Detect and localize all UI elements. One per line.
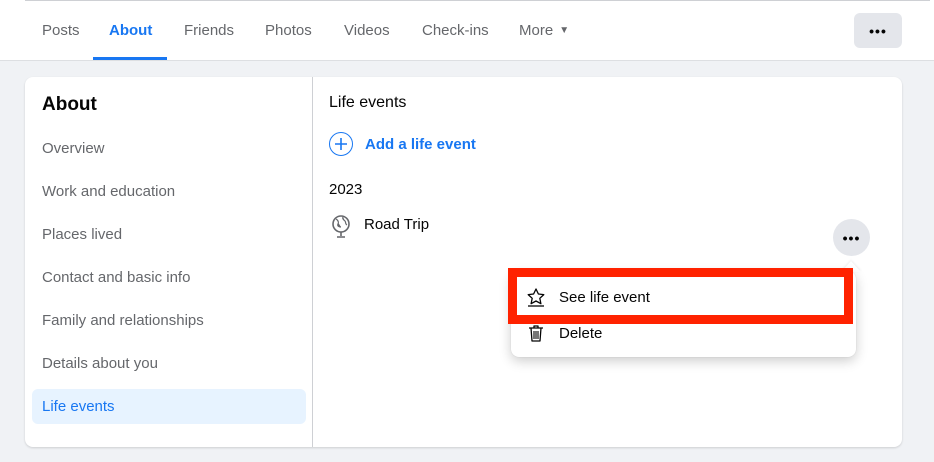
section-title: Life events — [329, 94, 407, 111]
sidebar-title: About — [42, 94, 97, 115]
life-event-item[interactable]: Road Trip — [330, 214, 429, 240]
active-tab-indicator — [93, 57, 167, 60]
profile-more-button[interactable]: ••• — [854, 13, 902, 48]
menu-item-label: Delete — [559, 324, 603, 342]
life-event-more-button[interactable]: ••• — [833, 219, 870, 256]
globe-icon — [330, 214, 352, 240]
tab-friends[interactable]: Friends — [184, 22, 234, 39]
sidebar-item-family-and-relationships[interactable]: Family and relationships — [32, 303, 306, 338]
sidebar-item-life-events[interactable]: Life events — [32, 389, 306, 424]
column-divider — [312, 77, 313, 447]
top-divider — [25, 0, 930, 1]
more-horizontal-icon: ••• — [869, 22, 887, 39]
life-event-name: Road Trip — [364, 216, 430, 233]
trash-icon — [525, 322, 547, 344]
tab-posts[interactable]: Posts — [42, 22, 80, 39]
tab-photos[interactable]: Photos — [265, 22, 312, 39]
more-horizontal-icon: ••• — [842, 229, 861, 246]
profile-tab-bar: Posts About Friends Photos Videos Check-… — [0, 0, 934, 61]
tab-check-ins[interactable]: Check-ins — [422, 22, 489, 39]
sidebar-item-details-about-you[interactable]: Details about you — [32, 346, 306, 381]
plus-circle-icon — [329, 132, 353, 156]
add-life-event-button[interactable]: Add a life event — [329, 132, 476, 156]
annotation-highlight-box — [508, 268, 853, 324]
caret-down-icon: ▼ — [559, 25, 570, 36]
sidebar-item-contact-and-basic-info[interactable]: Contact and basic info — [32, 260, 306, 295]
tab-videos[interactable]: Videos — [344, 22, 390, 39]
sidebar-item-places-lived[interactable]: Places lived — [32, 217, 306, 252]
about-card: About Overview Work and education Places… — [25, 77, 902, 447]
sidebar-item-work-and-education[interactable]: Work and education — [32, 174, 306, 209]
year-heading: 2023 — [329, 181, 363, 198]
tab-more[interactable]: More ▼ — [519, 22, 569, 39]
tab-about[interactable]: About — [109, 22, 152, 39]
add-life-event-label: Add a life event — [365, 135, 476, 153]
tab-more-label: More — [519, 22, 554, 39]
sidebar-item-overview[interactable]: Overview — [32, 131, 306, 166]
